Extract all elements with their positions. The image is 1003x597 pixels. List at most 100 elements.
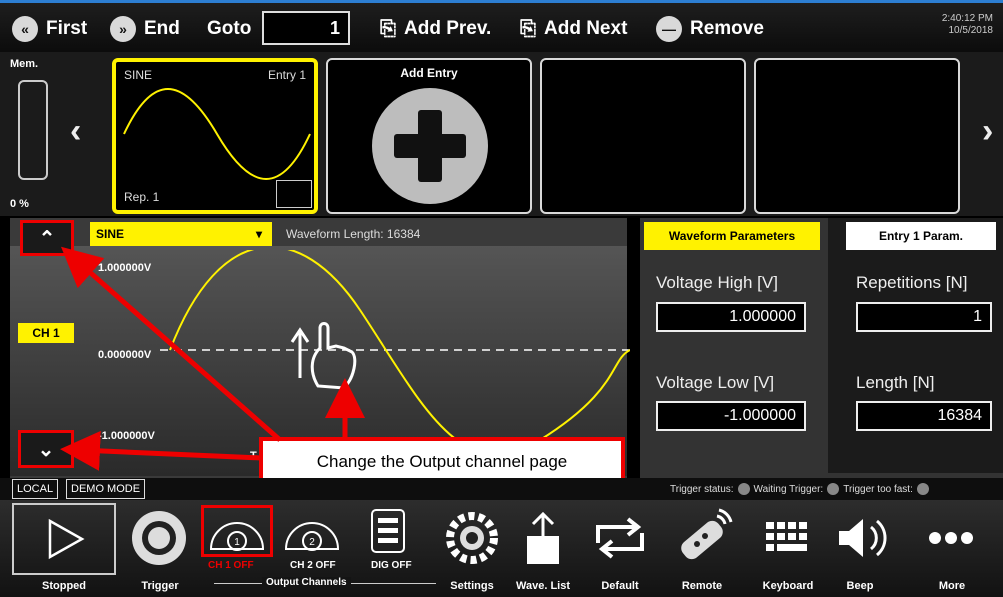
more-label: More bbox=[938, 580, 966, 592]
remote-label: Remote bbox=[681, 580, 723, 592]
entry-card-1[interactable]: SINE Entry 1 Rep. 1 bbox=[112, 58, 318, 214]
add-prev-icon: ⎘ bbox=[380, 17, 396, 40]
ch2-gauge-icon: 2 bbox=[284, 522, 340, 551]
goto-input[interactable]: 1 bbox=[262, 11, 350, 45]
wave-list-button[interactable] bbox=[508, 505, 578, 571]
minus-icon: — bbox=[656, 16, 682, 42]
voltage-high-field[interactable]: 1.000000 bbox=[656, 302, 806, 332]
empty-entry-card[interactable] bbox=[540, 58, 746, 214]
entry-repetitions: Rep. 1 bbox=[124, 190, 160, 204]
voltage-high-label: Voltage High [V] bbox=[656, 273, 778, 292]
waveform-type-select[interactable]: SINE ▾ bbox=[90, 222, 272, 246]
memory-label: Mem. bbox=[10, 58, 39, 70]
wave-list-label: Wave. List bbox=[516, 580, 570, 592]
default-button[interactable] bbox=[585, 505, 655, 571]
tab-entry-param[interactable]: Entry 1 Param. bbox=[846, 222, 996, 250]
trigger-too-fast-label: Trigger too fast: bbox=[843, 483, 913, 495]
end-button[interactable]: » End bbox=[110, 13, 180, 45]
repetitions-label: Repetitions [N] bbox=[856, 273, 968, 292]
length-field[interactable]: 16384 bbox=[856, 401, 992, 431]
add-entry-title: Add Entry bbox=[400, 66, 458, 80]
top-toolbar: « First » End Goto 1 ⎘ Add Prev. ⎘ Add N… bbox=[0, 0, 1003, 52]
keyboard-button[interactable] bbox=[752, 505, 822, 571]
memory-bar bbox=[18, 80, 48, 180]
digital-module-icon bbox=[371, 509, 405, 553]
remove-label: Remove bbox=[690, 18, 764, 39]
ch1-output-button[interactable]: 1 bbox=[201, 505, 273, 557]
swipe-gesture-icon bbox=[290, 322, 357, 390]
stopped-label: Stopped bbox=[42, 580, 86, 592]
goto-label: Goto bbox=[207, 18, 252, 39]
y-axis-high-label: 1.000000V bbox=[98, 262, 152, 274]
voltage-low-field[interactable]: -1.000000 bbox=[656, 401, 806, 431]
chevron-down-icon: ⌄ bbox=[37, 438, 55, 461]
clock-time: 2:40:12 PM bbox=[941, 13, 993, 24]
demo-mode-badge: DEMO MODE bbox=[66, 479, 146, 499]
trigger-label: Trigger bbox=[141, 580, 179, 592]
ch2-output-button[interactable]: 2 bbox=[276, 505, 348, 557]
end-label: End bbox=[144, 18, 180, 39]
ch2-number: 2 bbox=[309, 537, 315, 548]
chevron-down-icon: ▾ bbox=[255, 227, 262, 241]
beep-button[interactable] bbox=[826, 505, 896, 571]
entry-number: Entry 1 bbox=[267, 68, 306, 82]
entry-param-panel bbox=[828, 218, 1003, 473]
waiting-trigger-label: Waiting Trigger: bbox=[753, 483, 824, 495]
gear-icon bbox=[446, 512, 498, 564]
output-channels-label: Output Channels bbox=[262, 577, 351, 588]
local-badge: LOCAL bbox=[12, 479, 59, 499]
first-label: First bbox=[46, 18, 88, 39]
status-led-icon bbox=[737, 483, 750, 495]
rewind-icon: « bbox=[12, 16, 38, 42]
add-next-button[interactable]: ⎘ Add Next bbox=[520, 13, 627, 45]
add-prev-label: Add Prev. bbox=[404, 18, 492, 39]
entries-next-arrow-icon[interactable]: › bbox=[982, 112, 993, 151]
status-led-icon bbox=[916, 483, 929, 495]
settings-button[interactable] bbox=[437, 505, 507, 571]
add-entry-card[interactable]: Add Entry bbox=[326, 58, 532, 214]
waveform-length: Waveform Length: 16384 bbox=[286, 227, 421, 241]
repetitions-field[interactable]: 1 bbox=[856, 302, 992, 332]
remove-button[interactable]: — Remove bbox=[656, 13, 764, 45]
remote-control-icon bbox=[681, 508, 733, 560]
remote-button[interactable] bbox=[666, 505, 736, 571]
trigger-button[interactable] bbox=[124, 505, 194, 571]
ch1-gauge-icon: 1 bbox=[209, 522, 265, 551]
waveform-type-value: SINE bbox=[96, 227, 125, 241]
channel-page-up-button[interactable]: ⌃ bbox=[20, 220, 74, 256]
tab-waveform-parameters[interactable]: Waveform Parameters bbox=[644, 222, 820, 250]
dig-status-label: DIG OFF bbox=[371, 560, 412, 571]
keyboard-label: Keyboard bbox=[762, 580, 814, 592]
entries-prev-arrow-icon[interactable]: ‹ bbox=[70, 112, 81, 151]
y-axis-mid-label: 0.000000V bbox=[98, 349, 152, 361]
trigger-icon bbox=[132, 511, 186, 565]
entry-wave-type: SINE bbox=[124, 68, 153, 82]
empty-entry-card[interactable] bbox=[754, 58, 960, 214]
repeat-icon bbox=[596, 517, 644, 559]
trigger-status-label: Trigger status: bbox=[670, 483, 734, 495]
play-button[interactable] bbox=[12, 503, 116, 575]
beep-label: Beep bbox=[846, 580, 874, 592]
callout-text: Change the Output channel page bbox=[316, 452, 568, 471]
add-prev-button[interactable]: ⎘ Add Prev. bbox=[380, 13, 491, 45]
upload-icon bbox=[527, 511, 559, 564]
channel-page-down-button[interactable]: ⌄ bbox=[18, 430, 74, 468]
status-led-icon bbox=[827, 483, 840, 495]
ch2-status-label: CH 2 OFF bbox=[290, 560, 336, 571]
channel-badge[interactable]: CH 1 bbox=[18, 323, 74, 343]
entry-wave-preview bbox=[123, 88, 311, 180]
keyboard-icon bbox=[766, 522, 807, 551]
more-button[interactable] bbox=[916, 505, 986, 571]
memory-percent: 0 % bbox=[10, 198, 29, 210]
ch1-number: 1 bbox=[234, 537, 240, 548]
settings-label: Settings bbox=[450, 580, 494, 592]
ch1-status-label: CH 1 OFF bbox=[208, 560, 254, 571]
add-next-label: Add Next bbox=[544, 18, 628, 39]
y-axis-low-label: -1.000000V bbox=[98, 430, 155, 442]
add-next-icon: ⎘ bbox=[520, 17, 536, 40]
entry-checkbox[interactable] bbox=[276, 180, 312, 208]
dig-output-button[interactable] bbox=[362, 505, 414, 557]
play-icon bbox=[48, 518, 85, 560]
voltage-low-label: Voltage Low [V] bbox=[656, 373, 775, 392]
first-button[interactable]: « First bbox=[12, 13, 87, 45]
